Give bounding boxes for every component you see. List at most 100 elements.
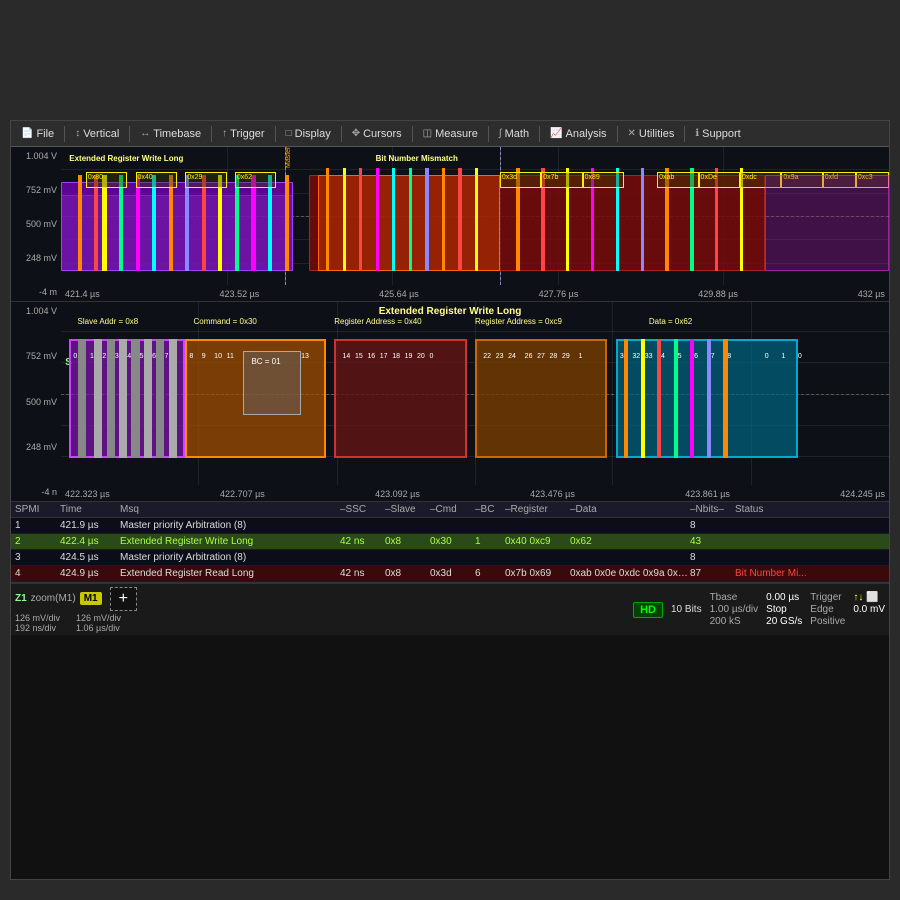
grid-bottom: S Slave Addr = 0x8 0 1 2 3 4 5 <box>61 302 889 485</box>
cell-cmd-3 <box>430 552 475 563</box>
waveform-overview[interactable]: 1.004 V 752 mV 500 mV 248 mV -4 m <box>11 147 889 302</box>
cell-reg-3 <box>505 552 570 563</box>
bc-label: BC = 01 <box>251 357 280 366</box>
decode-table: SPMI Time Msq –SSC –Slave –Cmd –BC –Regi… <box>11 502 889 583</box>
menu-sep-10 <box>684 126 685 142</box>
y-axis-top: 1.004 V 752 mV 500 mV 248 mV -4 m <box>11 147 59 301</box>
menu-sep-9 <box>617 126 618 142</box>
y-label-bot-4: 248 mV <box>13 442 57 452</box>
cell-nbits-1: 8 <box>690 520 735 531</box>
cell-status-2 <box>735 536 835 547</box>
cell-ssc-3 <box>340 552 385 563</box>
menu-cursors[interactable]: ✥ Cursors <box>346 126 408 142</box>
menu-measure[interactable]: ◫ Measure <box>417 126 484 142</box>
bottom-padding <box>0 880 900 900</box>
header-cmd: –Cmd <box>430 504 475 515</box>
y-label-top-4: 248 mV <box>13 253 57 263</box>
y-label-bot-5: -4 n <box>13 487 57 497</box>
waveform-zoom[interactable]: 1.004 V 752 mV 500 mV 248 mV -4 n Extend… <box>11 302 889 502</box>
cursors-icon: ✥ <box>352 128 360 139</box>
menu-sep-5 <box>341 126 342 142</box>
cell-nbits-4: 87 <box>690 568 735 579</box>
sample-rate-label-2: 200 kS <box>710 616 759 627</box>
x-label-top-5: 429.88 µs <box>698 289 738 299</box>
display-icon: □ <box>286 128 292 139</box>
table-row[interactable]: 4 424.9 µs Extended Register Read Long 4… <box>11 566 889 582</box>
cell-cmd-1 <box>430 520 475 531</box>
reg-addr1-label: Register Address = 0x40 <box>334 317 421 326</box>
vertical-icon: ↕ <box>75 128 80 139</box>
x-label-top-2: 423.52 µs <box>220 289 260 299</box>
cell-bc-1 <box>475 520 505 531</box>
cell-bc-4: 6 <box>475 568 505 579</box>
cell-msq-4: Extended Register Read Long <box>120 568 340 579</box>
table-row[interactable]: 3 424.5 µs Master priority Arbitration (… <box>11 550 889 566</box>
cell-slave-3 <box>385 552 430 563</box>
menu-vertical[interactable]: ↕ Vertical <box>69 126 125 142</box>
y-label-top-3: 500 mV <box>13 219 57 229</box>
zoom-type-label: zoom(M1) <box>31 593 76 604</box>
header-reg: –Register <box>505 504 570 515</box>
cell-slave-2: 0x8 <box>385 536 430 547</box>
trigger-icons: ↑↓ ⬜ <box>853 592 885 603</box>
cell-cmd-2: 0x30 <box>430 536 475 547</box>
menu-support[interactable]: ℹ Support <box>689 126 746 142</box>
cell-ssc-2: 42 ns <box>340 536 385 547</box>
cell-time-3: 424.5 µs <box>60 552 120 563</box>
y-label-top-1: 1.004 V <box>13 151 57 161</box>
table-row[interactable]: 1 421.9 µs Master priority Arbitration (… <box>11 518 889 534</box>
file-icon: 📄 <box>21 128 33 139</box>
menu-analysis[interactable]: 📈 Analysis <box>544 126 612 142</box>
y-label-bot-2: 752 mV <box>13 351 57 361</box>
cell-bc-2: 1 <box>475 536 505 547</box>
x-axis-bottom: 422.323 µs 422.707 µs 423.092 µs 423.476… <box>61 489 889 499</box>
x-label-bot-5: 423.861 µs <box>685 489 730 499</box>
sample-rate-label-1: 1.00 µs/div <box>710 604 759 615</box>
status-grid: Tbase 0.00 µs 1.00 µs/div Stop 200 kS 20… <box>710 592 803 627</box>
menu-display[interactable]: □ Display <box>280 126 337 142</box>
edge-label: Edge <box>810 604 845 615</box>
x-axis-top: 421.4 µs 423.52 µs 425.64 µs 427.76 µs 4… <box>61 289 889 299</box>
cell-ssc-4: 42 ns <box>340 568 385 579</box>
tbase-label: Tbase <box>710 592 759 603</box>
menu-math[interactable]: ∫ Math <box>493 126 535 142</box>
cell-slave-4: 0x8 <box>385 568 430 579</box>
table-row[interactable]: 2 422.4 µs Extended Register Write Long … <box>11 534 889 550</box>
tbase-value: 0.00 µs <box>766 592 802 603</box>
div-per-div-1: 126 mV/div 192 ns/div <box>15 613 60 633</box>
menu-sep-1 <box>64 126 65 142</box>
menu-sep-4 <box>275 126 276 142</box>
grid-top: 0x80 0x40 0x29 0x62 Extended Register Wr… <box>61 147 889 285</box>
cell-data-4: 0xab 0x0e 0xdc 0x9a 0xfd 0xc3 <box>570 568 690 579</box>
cell-reg-2: 0x40 0xc9 <box>505 536 570 547</box>
trigger-grid: Trigger ↑↓ ⬜ Edge 0.0 mV Positive <box>810 592 885 627</box>
menu-utilities[interactable]: ✕ Utilities <box>622 126 681 142</box>
cell-ssc-1 <box>340 520 385 531</box>
measure-icon: ◫ <box>423 128 432 139</box>
status-bar: Z1 zoom(M1) M1 + 126 mV/div 192 ns/div 1… <box>11 583 889 635</box>
header-ssc: –SSC <box>340 504 385 515</box>
menu-trigger[interactable]: ↑ Trigger <box>216 126 270 142</box>
y-label-bot-3: 500 mV <box>13 397 57 407</box>
add-zoom-button[interactable]: + <box>110 587 137 611</box>
menu-sep-8 <box>539 126 540 142</box>
x-label-bot-2: 422.707 µs <box>220 489 265 499</box>
y-label-top-2: 752 mV <box>13 185 57 195</box>
header-status: Status <box>735 504 835 515</box>
header-data: –Data <box>570 504 690 515</box>
analysis-icon: 📈 <box>550 128 562 139</box>
cell-cmd-4: 0x3d <box>430 568 475 579</box>
bits-info: 10 Bits <box>671 604 702 615</box>
menu-timebase[interactable]: ↔ Timebase <box>134 126 207 142</box>
cell-time-1: 421.9 µs <box>60 520 120 531</box>
timebase-icon: ↔ <box>140 128 150 139</box>
app-container: 📄 File ↕ Vertical ↔ Timebase ↑ Trigger □… <box>0 0 900 900</box>
utilities-icon: ✕ <box>628 128 636 139</box>
menu-sep-7 <box>488 126 489 142</box>
menu-file[interactable]: 📄 File <box>15 126 60 142</box>
hd-badge: HD <box>633 602 663 618</box>
menu-sep-2 <box>129 126 130 142</box>
plus-icon: + <box>119 590 128 607</box>
stop-label: Stop <box>766 604 802 615</box>
x-label-top-3: 425.64 µs <box>379 289 419 299</box>
